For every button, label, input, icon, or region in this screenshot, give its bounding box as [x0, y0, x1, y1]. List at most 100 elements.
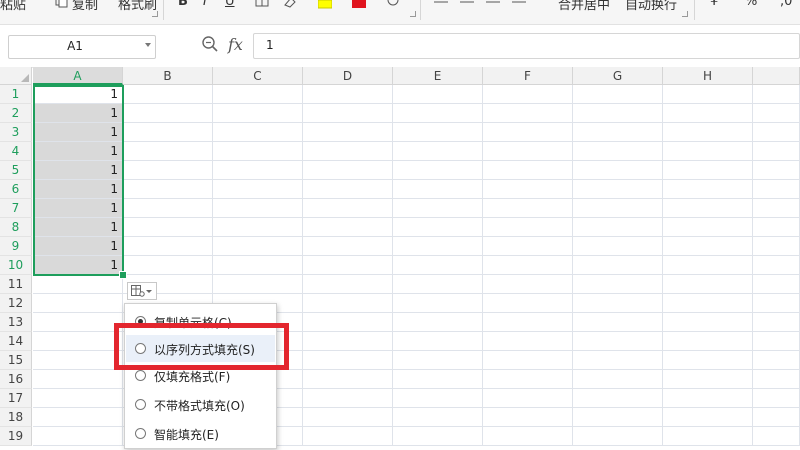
table-cell[interactable]	[483, 199, 573, 218]
table-cell[interactable]	[573, 161, 663, 180]
row-header-10[interactable]: 10	[0, 256, 32, 275]
table-cell[interactable]	[393, 408, 483, 427]
cell-a13[interactable]	[33, 313, 123, 332]
cell-a6[interactable]: 1	[33, 180, 123, 199]
cell-a15[interactable]	[33, 351, 123, 370]
table-cell[interactable]	[753, 85, 800, 104]
row-header-18[interactable]: 18	[0, 408, 32, 427]
table-cell[interactable]	[753, 199, 800, 218]
name-box[interactable]: A1	[8, 35, 156, 59]
thousands-icon[interactable]: ,0	[780, 0, 792, 9]
column-header-e[interactable]: E	[393, 67, 483, 85]
column-header-d[interactable]: D	[303, 67, 393, 85]
table-cell[interactable]	[303, 313, 393, 332]
cell-a1[interactable]: 1	[33, 85, 123, 104]
cell-a12[interactable]	[33, 294, 123, 313]
eraser-icon[interactable]	[283, 0, 297, 8]
cell-a19[interactable]	[33, 427, 123, 446]
table-cell[interactable]	[303, 218, 393, 237]
merge-center-button[interactable]: 合并居中	[558, 0, 610, 13]
table-cell[interactable]	[213, 180, 303, 199]
row-header-5[interactable]: 5	[0, 161, 32, 180]
table-cell[interactable]	[303, 237, 393, 256]
formula-input[interactable]: 1	[253, 33, 800, 59]
wrap-text-button[interactable]: 自动换行	[625, 0, 677, 13]
table-cell[interactable]	[663, 104, 753, 123]
underline-icon[interactable]: U	[225, 0, 235, 9]
cell-a17[interactable]	[33, 389, 123, 408]
table-cell[interactable]	[753, 351, 800, 370]
cell-a5[interactable]: 1	[33, 161, 123, 180]
table-cell[interactable]	[393, 370, 483, 389]
cell-a8[interactable]: 1	[33, 218, 123, 237]
table-cell[interactable]	[213, 199, 303, 218]
copy-button[interactable]: 复制	[72, 0, 98, 13]
table-cell[interactable]	[573, 370, 663, 389]
table-cell[interactable]	[663, 294, 753, 313]
row-header-14[interactable]: 14	[0, 332, 32, 351]
row-header-16[interactable]: 16	[0, 370, 32, 389]
table-cell[interactable]	[303, 332, 393, 351]
table-cell[interactable]	[573, 237, 663, 256]
table-cell[interactable]	[663, 370, 753, 389]
table-cell[interactable]	[303, 180, 393, 199]
table-cell[interactable]	[483, 256, 573, 275]
cell-a9[interactable]: 1	[33, 237, 123, 256]
table-cell[interactable]	[393, 142, 483, 161]
table-cell[interactable]	[483, 313, 573, 332]
table-cell[interactable]	[393, 85, 483, 104]
table-cell[interactable]	[393, 123, 483, 142]
column-header-partial[interactable]	[753, 67, 800, 85]
table-cell[interactable]	[753, 332, 800, 351]
font-expand-icon[interactable]	[410, 11, 416, 17]
column-header-a[interactable]: A	[33, 67, 123, 85]
table-cell[interactable]	[663, 332, 753, 351]
table-cell[interactable]	[573, 256, 663, 275]
table-cell[interactable]	[663, 427, 753, 446]
row-header-19[interactable]: 19	[0, 427, 32, 446]
currency-icon[interactable]: ¥	[710, 0, 718, 9]
table-cell[interactable]	[483, 294, 573, 313]
alignment-expand-icon[interactable]	[682, 11, 688, 17]
table-cell[interactable]	[573, 199, 663, 218]
chevron-down-icon[interactable]	[145, 43, 151, 47]
table-cell[interactable]	[753, 408, 800, 427]
cell-a16[interactable]	[33, 370, 123, 389]
table-cell[interactable]	[663, 256, 753, 275]
row-header-11[interactable]: 11	[0, 275, 32, 294]
table-cell[interactable]	[483, 427, 573, 446]
menu-item-flash-fill[interactable]: 智能填充(E)	[126, 420, 275, 447]
table-cell[interactable]	[393, 218, 483, 237]
row-header-4[interactable]: 4	[0, 142, 32, 161]
row-header-9[interactable]: 9	[0, 237, 32, 256]
table-cell[interactable]	[753, 180, 800, 199]
table-cell[interactable]	[663, 123, 753, 142]
table-cell[interactable]	[303, 85, 393, 104]
table-cell[interactable]	[753, 161, 800, 180]
column-header-c[interactable]: C	[213, 67, 303, 85]
table-cell[interactable]	[393, 104, 483, 123]
table-cell[interactable]	[213, 123, 303, 142]
table-cell[interactable]	[573, 142, 663, 161]
table-cell[interactable]	[573, 294, 663, 313]
cell-a10[interactable]: 1	[33, 256, 123, 275]
table-cell[interactable]	[573, 85, 663, 104]
table-cell[interactable]	[393, 275, 483, 294]
percent-icon[interactable]: %	[745, 0, 757, 9]
table-cell[interactable]	[303, 199, 393, 218]
table-cell[interactable]	[663, 180, 753, 199]
table-cell[interactable]	[753, 142, 800, 161]
table-cell[interactable]	[483, 142, 573, 161]
row-header-8[interactable]: 8	[0, 218, 32, 237]
table-cell[interactable]	[213, 237, 303, 256]
align-left-icon[interactable]	[512, 0, 526, 8]
fill-handle[interactable]	[119, 271, 127, 279]
table-cell[interactable]	[303, 275, 393, 294]
cell-a18[interactable]	[33, 408, 123, 427]
table-cell[interactable]	[663, 85, 753, 104]
table-cell[interactable]	[483, 389, 573, 408]
table-cell[interactable]	[663, 218, 753, 237]
table-cell[interactable]	[303, 161, 393, 180]
table-cell[interactable]	[753, 389, 800, 408]
column-header-g[interactable]: G	[573, 67, 663, 85]
